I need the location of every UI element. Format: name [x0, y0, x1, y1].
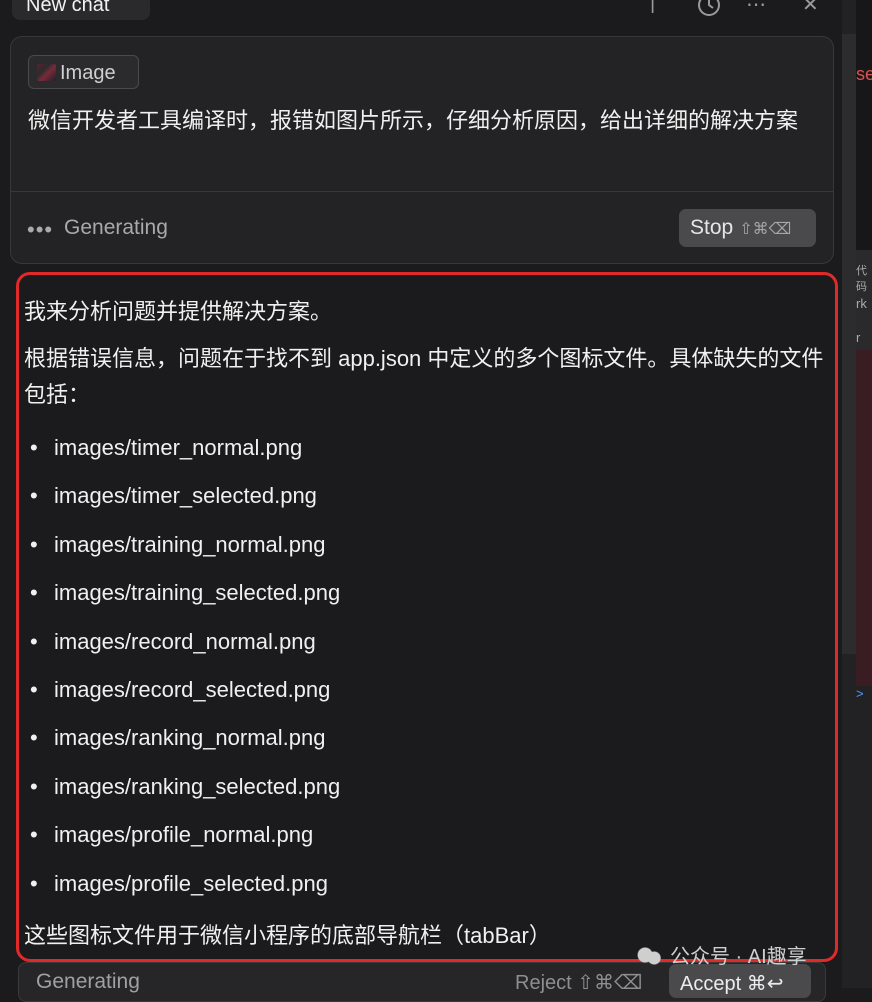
- more-icon[interactable]: ⋯: [746, 0, 766, 17]
- list-item: • images/training_normal.png: [30, 531, 326, 557]
- scrollbar[interactable]: [842, 34, 856, 654]
- image-attachment[interactable]: Image: [28, 55, 139, 89]
- response-intro: 我来分析问题并提供解决方案。: [24, 299, 333, 324]
- code-fragment: 代码: [856, 265, 867, 293]
- attachment-label: Image: [60, 62, 116, 84]
- code-fragment: >: [856, 686, 864, 701]
- stop-shortcut: ⇧⌘⌫: [739, 221, 792, 238]
- bottom-generating-status: Generating: [36, 970, 140, 993]
- add-icon[interactable]: |: [650, 0, 655, 15]
- list-item: • images/profile_selected.png: [30, 870, 328, 896]
- chat-tab[interactable]: New chat: [12, 0, 150, 20]
- stop-label: Stop: [690, 216, 734, 239]
- reject-button[interactable]: Reject ⇧⌘⌫: [515, 970, 642, 995]
- list-item: • images/timer_selected.png: [30, 483, 317, 509]
- chat-tab-title: New chat: [26, 0, 110, 16]
- missing-file-list: • images/timer_normal.png • images/timer_s…: [24, 424, 340, 908]
- list-item: • images/profile_normal.png: [30, 822, 314, 848]
- list-item: • images/training_selected.png: [30, 580, 341, 606]
- list-item: • images/ranking_selected.png: [30, 773, 341, 799]
- prompt-card: Image 微信开发者工具编译时，报错如图片所示，仔细分析原因，给出详细的解决方…: [10, 36, 834, 264]
- list-item: • images/record_selected.png: [30, 676, 331, 702]
- image-thumbnail-icon: [37, 64, 56, 81]
- divider: [11, 191, 833, 192]
- list-item: • images/ranking_normal.png: [30, 725, 326, 751]
- response-closing: 这些图标文件用于微信小程序的底部导航栏（tabBar）: [24, 923, 551, 948]
- code-fragment: se: [856, 64, 872, 84]
- list-item: • images/timer_normal.png: [30, 435, 303, 460]
- code-fragment: r: [856, 330, 861, 345]
- close-icon[interactable]: ✕: [802, 0, 819, 17]
- loading-dots-icon: •••: [27, 217, 54, 242]
- list-item: • images/record_normal.png: [30, 628, 316, 654]
- watermark: 公众号 · AI趣享: [636, 940, 807, 969]
- history-icon[interactable]: [696, 0, 722, 24]
- wechat-icon: [636, 946, 662, 966]
- accept-label: Accept ⌘↩: [680, 973, 784, 995]
- response-paragraph: 根据错误信息，问题在于找不到 app.json 中定义的多个图标文件。具体缺失的…: [24, 346, 824, 407]
- prompt-text: 微信开发者工具编译时，报错如图片所示，仔细分析原因，给出详细的解决方案: [28, 108, 799, 133]
- stop-button[interactable]: Stop ⇧⌘⌫: [679, 209, 816, 247]
- accept-button[interactable]: Accept ⌘↩: [669, 964, 811, 998]
- editor-pane-edge: se 代码 rk r >: [842, 0, 872, 988]
- generating-status: Generating: [64, 216, 168, 239]
- code-fragment: rk: [856, 296, 867, 311]
